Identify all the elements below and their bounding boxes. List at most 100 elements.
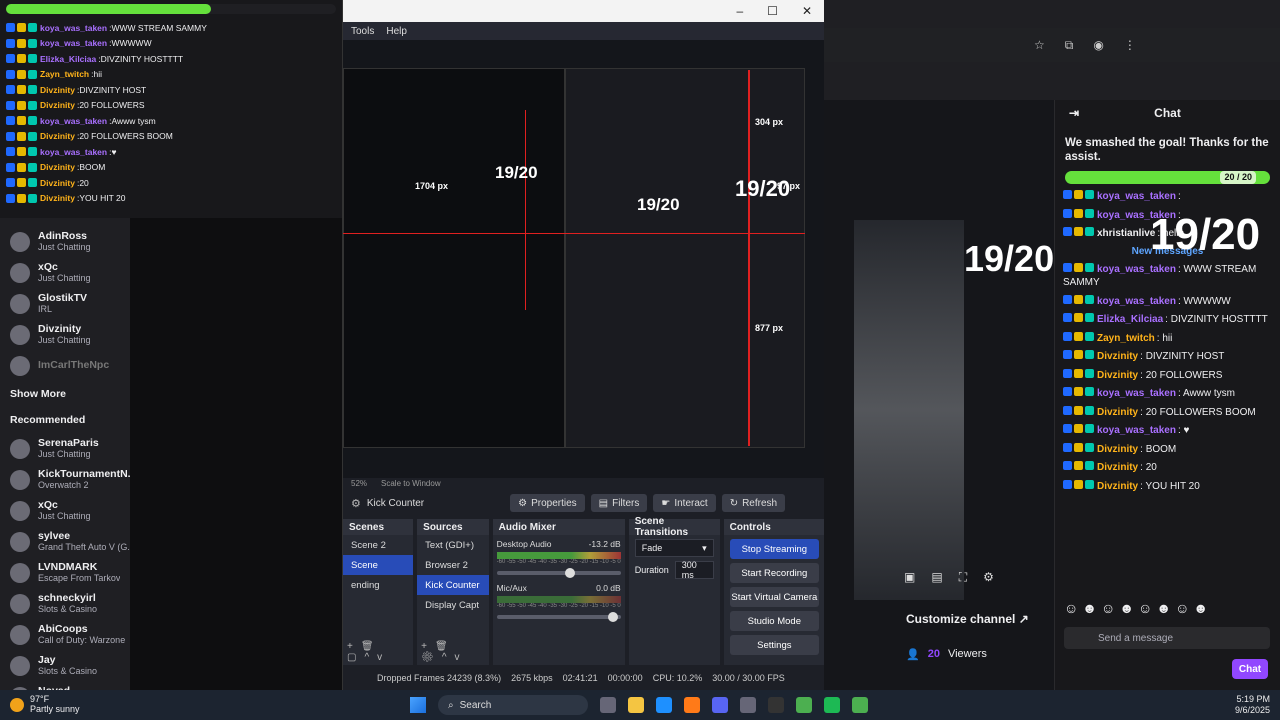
sidebar-channel[interactable]: Divzinity Just Chatting (10, 319, 130, 350)
start-recording-button[interactable]: Start Recording (729, 563, 819, 583)
stop-streaming-button[interactable]: Stop Streaming (729, 539, 819, 559)
taskbar-search[interactable]: ⌕ Search (438, 695, 588, 715)
chat-username[interactable]: Divzinity (1097, 370, 1138, 381)
source-item[interactable]: Browser 2 (417, 555, 488, 575)
close-icon[interactable]: ✕ (802, 4, 812, 18)
sidebar-channel[interactable]: ImCarlTheNpc (10, 350, 130, 381)
chat-username[interactable]: Divzinity (40, 162, 75, 172)
chat-username[interactable]: Zayn_twitch (1097, 333, 1155, 344)
zoom-level[interactable]: 52% (351, 479, 367, 488)
settings-button[interactable]: Settings (729, 635, 819, 655)
sidebar-channel[interactable]: SerenaParis Just Chatting (10, 433, 130, 464)
sidebar-channel[interactable]: LVNDMARK Escape From Tarkov (10, 557, 130, 588)
app-icon[interactable] (740, 697, 756, 713)
extension-icon[interactable]: ⧉ (1065, 38, 1074, 53)
chat-username[interactable]: Divzinity (1097, 462, 1138, 473)
chat-username[interactable]: koya_was_taken (40, 38, 107, 48)
player-controls: ▣ ▤ ⛶ ⚙ (824, 570, 1054, 588)
volume-fader[interactable] (496, 568, 621, 578)
theater-icon[interactable]: ▣ (904, 570, 915, 588)
firefox-icon[interactable] (684, 697, 700, 713)
maximize-icon[interactable]: ☐ (767, 4, 778, 18)
spotify-icon[interactable] (824, 697, 840, 713)
windows-start-icon[interactable] (410, 697, 426, 713)
studio-mode-button[interactable]: Studio Mode (729, 611, 819, 631)
duration-input[interactable]: 300 ms (674, 560, 714, 580)
file-explorer-icon[interactable] (600, 697, 616, 713)
emote-bar[interactable]: ☺☻☺☻☺☻☺☻ (1064, 600, 1212, 616)
sidebar-channel[interactable]: xQc Just Chatting (10, 495, 130, 526)
chat-username[interactable]: Divzinity (40, 131, 75, 141)
refresh-button[interactable]: ↻ Refresh (721, 494, 786, 512)
scene-item[interactable]: Scene 2 (343, 535, 413, 555)
sidebar-channel[interactable]: sylvee Grand Theft Auto V (G... (10, 526, 130, 557)
chat-username[interactable]: Divzinity (40, 193, 75, 203)
chat-username[interactable]: koya_was_taken (1097, 388, 1176, 399)
chat-username[interactable]: Divzinity (40, 85, 75, 95)
customize-channel-button[interactable]: Customize channel ↗ (906, 612, 1029, 626)
gear-icon[interactable]: ⚙ (983, 570, 994, 588)
chat-text: 20 FOLLOWERS BOOM (79, 131, 173, 142)
chat-username[interactable]: Divzinity (1097, 444, 1138, 455)
sidebar-channel[interactable]: GlostikTV IRL (10, 288, 130, 319)
sidebar-channel[interactable]: KickTournamentN... Overwatch 2 (10, 464, 130, 495)
chat-username[interactable]: Divzinity (40, 178, 75, 188)
menu-help[interactable]: Help (386, 26, 407, 37)
chat-username[interactable]: xhristianlive (1097, 228, 1155, 239)
chat-username[interactable]: koya_was_taken (40, 23, 107, 33)
sidebar-channel[interactable]: schneckyirl Slots & Casino (10, 588, 130, 619)
screen: koya_was_taken: WWW STREAM SAMMY koya_was… (0, 0, 1280, 720)
chat-username[interactable]: koya_was_taken (40, 147, 107, 157)
minimize-icon[interactable]: – (736, 4, 743, 18)
menu-tools[interactable]: Tools (351, 26, 374, 37)
sidebar-channel[interactable]: Jay Slots & Casino (10, 650, 130, 681)
folder-icon[interactable] (628, 697, 644, 713)
menu-icon[interactable]: ⋮ (1124, 38, 1136, 52)
sidebar-channel[interactable]: AdinRoss Just Chatting (10, 226, 130, 257)
chrome-icon[interactable] (852, 697, 868, 713)
interact-button[interactable]: ☛ Interact (653, 494, 716, 512)
show-more-link[interactable]: Show More (10, 381, 130, 407)
chat-username[interactable]: koya_was_taken (1097, 296, 1176, 307)
transition-select[interactable]: Fade ▾ (634, 539, 714, 557)
fullscreen-icon[interactable]: ⛶ (959, 570, 967, 588)
chat-username[interactable]: Zayn_twitch (40, 69, 89, 79)
edge-icon[interactable] (656, 697, 672, 713)
chat-send-button[interactable]: Chat (1232, 659, 1268, 679)
chat-username[interactable]: Divzinity (40, 100, 75, 110)
chat-username[interactable]: koya_was_taken (1097, 264, 1176, 275)
chat-username[interactable]: Elizka_Kilciaa (1097, 314, 1163, 325)
taskbar-clock[interactable]: 5:19 PM 9/6/2025 (1235, 694, 1270, 716)
clip-icon[interactable]: ▤ (931, 570, 942, 588)
chat-username[interactable]: Elizka_Kilciaa (40, 54, 96, 64)
discord-icon[interactable] (712, 697, 728, 713)
source-item[interactable]: Text (GDI+) (417, 535, 488, 555)
scale-to-window[interactable]: Scale to Window (381, 479, 441, 488)
chat-username[interactable]: koya_was_taken (1097, 191, 1176, 202)
sources-footer-buttons[interactable]: +🗑⚙^v (421, 641, 488, 663)
scenes-footer-buttons[interactable]: +🗑▢^v (347, 641, 413, 663)
chat-username[interactable]: koya_was_taken (40, 116, 107, 126)
chat-username[interactable]: Divzinity (1097, 481, 1138, 492)
star-icon[interactable]: ☆ (1034, 38, 1045, 52)
obs-icon[interactable] (768, 697, 784, 713)
filters-button[interactable]: ▤ Filters (590, 494, 648, 512)
scene-item[interactable]: ending (343, 575, 413, 595)
chat-username[interactable]: Divzinity (1097, 407, 1138, 418)
source-item[interactable]: Kick Counter (417, 575, 489, 595)
chat-username[interactable]: Divzinity (1097, 351, 1138, 362)
collapse-icon[interactable]: ⇥ (1069, 106, 1079, 120)
virtual-camera-button[interactable]: Start Virtual Camera (729, 587, 819, 607)
send-message-input[interactable]: Send a message (1064, 627, 1270, 649)
weather-widget[interactable]: 97°F Partly sunny (0, 694, 80, 715)
profile-icon[interactable]: ◉ (1093, 38, 1103, 52)
volume-fader[interactable] (496, 612, 621, 622)
chat-username[interactable]: koya_was_taken (1097, 425, 1176, 436)
source-item[interactable]: Display Capt (417, 595, 488, 615)
properties-button[interactable]: ⚙ Properties (510, 494, 585, 512)
chrome-icon[interactable] (796, 697, 812, 713)
sidebar-channel[interactable]: AbiCoops Call of Duty: Warzone (10, 619, 130, 650)
sidebar-channel[interactable]: xQc Just Chatting (10, 257, 130, 288)
scene-item[interactable]: Scene (343, 555, 414, 575)
obs-preview[interactable]: 19/20 19/20 19/20 1704 px 304 px 877 px … (343, 40, 825, 478)
